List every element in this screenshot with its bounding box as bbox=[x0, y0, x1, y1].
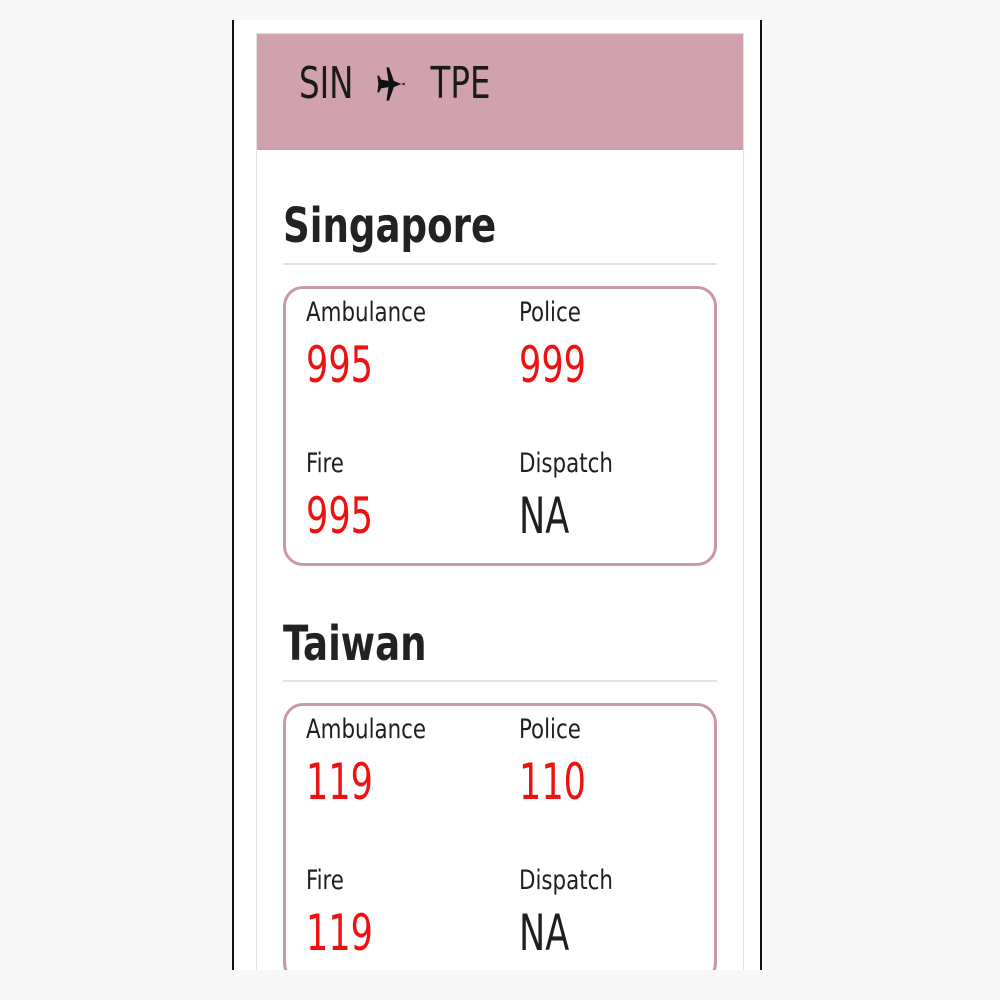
number-value: 119 bbox=[306, 753, 373, 811]
number-dispatch[interactable]: Dispatch NA bbox=[519, 450, 626, 541]
phone-frame: SIN TPE Singapore Ambulance 995 Police 9… bbox=[232, 20, 762, 970]
route: SIN TPE bbox=[299, 58, 490, 109]
number-police[interactable]: Police 999 bbox=[519, 299, 605, 390]
number-police[interactable]: Police 110 bbox=[519, 716, 605, 807]
number-label: Fire bbox=[306, 448, 344, 479]
route-header: SIN TPE bbox=[257, 34, 743, 150]
number-fire[interactable]: Fire 995 bbox=[306, 450, 392, 541]
number-label: Ambulance bbox=[306, 297, 427, 328]
number-ambulance[interactable]: Ambulance 119 bbox=[306, 716, 442, 807]
number-ambulance[interactable]: Ambulance 995 bbox=[306, 299, 442, 390]
number-value: 110 bbox=[519, 753, 586, 811]
numbers-box-singapore: Ambulance 995 Police 999 Fire 995 Dispat… bbox=[283, 286, 717, 566]
number-value: NA bbox=[519, 904, 570, 962]
number-label: Police bbox=[519, 297, 581, 328]
number-value: 119 bbox=[306, 904, 373, 962]
number-fire[interactable]: Fire 119 bbox=[306, 867, 392, 958]
airplane-icon bbox=[375, 63, 409, 105]
number-value: 995 bbox=[306, 487, 373, 545]
country-title-singapore: Singapore bbox=[283, 198, 497, 254]
number-dispatch[interactable]: Dispatch NA bbox=[519, 867, 626, 958]
divider bbox=[283, 680, 717, 682]
number-label: Police bbox=[519, 714, 581, 745]
number-label: Ambulance bbox=[306, 714, 427, 745]
origin-code: SIN bbox=[299, 58, 354, 109]
divider bbox=[283, 263, 717, 265]
emergency-card: SIN TPE Singapore Ambulance 995 Police 9… bbox=[256, 33, 744, 970]
number-value: 999 bbox=[519, 336, 586, 394]
number-value: NA bbox=[519, 487, 570, 545]
country-title-taiwan: Taiwan bbox=[283, 616, 427, 672]
number-label: Dispatch bbox=[519, 448, 613, 479]
numbers-box-taiwan: Ambulance 119 Police 110 Fire 119 Dispat… bbox=[283, 703, 717, 970]
number-label: Fire bbox=[306, 865, 344, 896]
number-label: Dispatch bbox=[519, 865, 613, 896]
number-value: 995 bbox=[306, 336, 373, 394]
destination-code: TPE bbox=[430, 58, 491, 109]
